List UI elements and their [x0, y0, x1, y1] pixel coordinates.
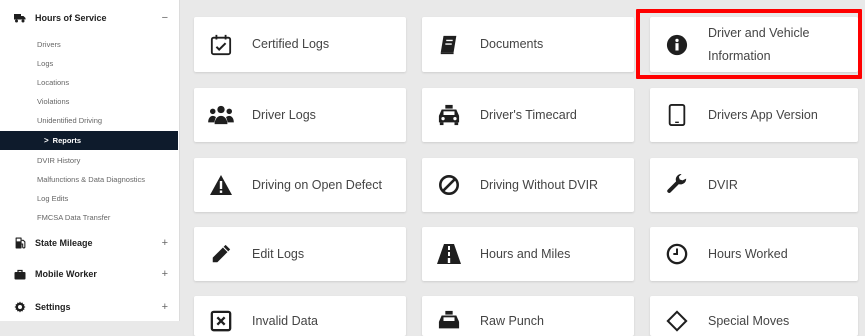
briefcase-icon [14, 268, 26, 280]
pencil-icon [208, 241, 234, 267]
taxi-icon [436, 308, 462, 334]
calendar-check-icon [208, 32, 234, 58]
report-tile-drivers-app-version[interactable]: Drivers App Version [650, 88, 858, 142]
report-tile-label: Driving Without DVIR [480, 177, 599, 192]
sidebar-item-label: Reports [52, 136, 82, 145]
report-tile-hours-worked[interactable]: Hours Worked [650, 227, 858, 281]
sidebar-item-reports[interactable]: > Reports [0, 131, 178, 150]
sidebar-section-state-mileage[interactable]: State Mileage + [0, 231, 180, 255]
users-icon [208, 102, 234, 128]
report-tile-label: Driving on Open Defect [252, 177, 382, 192]
sidebar-item-label: Locations [37, 78, 70, 87]
sidebar-item-label: FMCSA Data Transfer [37, 213, 111, 222]
report-tile-hours-and-miles[interactable]: Hours and Miles [422, 227, 634, 281]
collapse-toggle[interactable]: − [162, 12, 168, 24]
sidebar-item-label: Log Edits [37, 194, 69, 203]
sidebar-item-fmcsa-data-transfer[interactable]: FMCSA Data Transfer [0, 208, 180, 227]
ban-icon [436, 172, 462, 198]
sidebar-item-dvir-history[interactable]: DVIR History [0, 151, 180, 170]
report-tile-driving-without-dvir[interactable]: Driving Without DVIR [422, 158, 634, 212]
report-tile-label: Hours and Miles [480, 246, 571, 261]
report-tile-label: DVIR [708, 177, 738, 192]
sidebar-item-label: Logs [37, 59, 54, 68]
report-tile-label: Certified Logs [252, 37, 330, 51]
report-tile-label: Raw Punch [480, 314, 544, 328]
report-tile-driving-on-open-defect[interactable]: Driving on Open Defect [194, 158, 406, 212]
report-tile-driver-and-vehicle-information[interactable]: Driver and Vehicle Information [650, 17, 858, 72]
info-circle-icon [664, 32, 690, 58]
report-tile-dvir[interactable]: DVIR [650, 158, 858, 212]
report-tile-raw-punch[interactable]: Raw Punch [422, 296, 634, 336]
expand-toggle[interactable]: + [162, 301, 168, 313]
truck-icon [14, 12, 26, 24]
sidebar: Hours of Service − Drivers Logs Location… [0, 0, 180, 321]
report-tile-label: Edit Logs [252, 246, 305, 261]
report-tile-edit-logs[interactable]: Edit Logs [194, 227, 406, 281]
sidebar-item-log-edits[interactable]: Log Edits [0, 189, 180, 208]
wrench-icon [664, 172, 690, 198]
report-tile-label: Drivers App Version [708, 107, 818, 122]
sidebar-item-unidentified-driving[interactable]: Unidentified Driving [0, 111, 180, 130]
sidebar-section-label: Settings [35, 302, 71, 312]
taxi-icon [436, 102, 462, 128]
book-icon [436, 32, 462, 58]
gas-pump-icon [14, 237, 26, 249]
sidebar-section-label: Mobile Worker [35, 269, 97, 279]
report-tile-label: Special Moves [708, 314, 790, 328]
report-tile-label: Documents [480, 37, 544, 51]
report-tile-special-moves[interactable]: Special Moves [650, 296, 858, 336]
sidebar-section-mobile-worker[interactable]: Mobile Worker + [0, 262, 180, 286]
report-tile-documents[interactable]: Documents [422, 17, 634, 72]
sidebar-item-label: Violations [37, 97, 70, 106]
sidebar-item-malfunctions[interactable]: Malfunctions & Data Diagnostics [0, 170, 180, 189]
report-tile-label: Driver and Vehicle Information [708, 25, 810, 63]
sidebar-item-violations[interactable]: Violations [0, 92, 180, 111]
report-tile-invalid-data[interactable]: Invalid Data [194, 296, 406, 336]
sidebar-item-label: Drivers [37, 40, 61, 49]
chevron-right-icon: > [44, 136, 49, 145]
gear-icon [14, 301, 26, 313]
diamond-icon [664, 308, 690, 334]
expand-toggle[interactable]: + [162, 237, 168, 249]
report-tile-label: Hours Worked [708, 246, 788, 261]
sidebar-item-drivers[interactable]: Drivers [0, 35, 180, 54]
report-tile-drivers-timecard[interactable]: Driver's Timecard [422, 88, 634, 142]
sidebar-section-hours-of-service[interactable]: Hours of Service − [0, 6, 180, 30]
road-icon [436, 241, 462, 267]
sidebar-section-label: Hours of Service [35, 13, 107, 23]
sidebar-section-settings[interactable]: Settings + [0, 295, 180, 319]
sidebar-item-logs[interactable]: Logs [0, 54, 180, 73]
report-tile-driver-logs[interactable]: Driver Logs [194, 88, 406, 142]
tablet-icon [664, 102, 690, 128]
report-tile-label: Driver's Timecard [480, 107, 577, 122]
report-tile-certified-logs[interactable]: Certified Logs [194, 17, 406, 72]
sidebar-item-label: Unidentified Driving [37, 116, 103, 125]
report-tile-label: Driver Logs [252, 107, 316, 122]
report-tile-label: Invalid Data [252, 314, 319, 328]
warning-icon [208, 172, 234, 198]
expand-toggle[interactable]: + [162, 268, 168, 280]
x-square-icon [208, 308, 234, 334]
clock-icon [664, 241, 690, 267]
sidebar-item-label: Malfunctions & Data Diagnostics [37, 175, 145, 184]
sidebar-item-locations[interactable]: Locations [0, 73, 180, 92]
sidebar-section-label: State Mileage [35, 238, 93, 248]
sidebar-item-label: DVIR History [37, 156, 81, 165]
